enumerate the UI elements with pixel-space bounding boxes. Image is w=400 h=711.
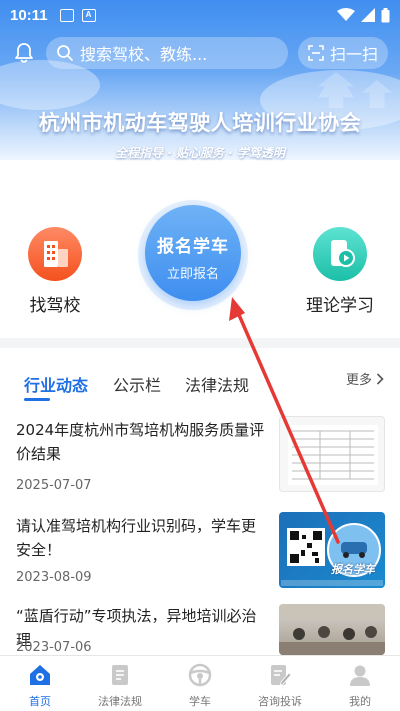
scan-icon [308,45,324,61]
battery-icon [381,7,390,22]
news-date: 2023-07-06 [16,640,92,655]
enroll-subtitle: 立即报名 [166,267,219,282]
active-tab-indicator [24,398,50,401]
book-icon [112,665,128,685]
nav-label: 学车 [189,695,211,708]
nav-label: 咨询投诉 [258,695,302,708]
org-subtitle: 全程指导 · 贴心服务 · 学驾透明 [115,146,285,160]
tab-laws[interactable]: 法律法规 [185,372,249,396]
news-thumbnail-photo [279,604,385,655]
status-time: 10:11 [10,6,48,24]
find-school-button[interactable]: 找驾校 [22,227,88,316]
status-bar: 10:11 A [0,0,400,30]
news-tabs: 行业动态 公示栏 法律法规 更多 [0,348,400,401]
enroll-button[interactable]: 报名学车 立即报名 [145,205,241,301]
section-divider [0,338,400,348]
nav-learn-drive[interactable]: 学车 [160,656,240,711]
steering-wheel-icon [188,663,212,687]
gallery-notification-icon [59,8,74,22]
news-item[interactable]: “蓝盾行动”专项执法，异地培训必治理 2023-07-06 [0,600,400,655]
nav-laws[interactable]: 法律法规 [80,656,160,711]
news-title: 请认准驾培机构行业识别码，学车更安全！ [16,517,257,559]
news-item[interactable]: 2024年度杭州市驾培机构服务质量评价结果 2025-07-07 [0,410,400,502]
theory-study-button[interactable]: 理论学习 [300,227,380,316]
scan-label: 扫一扫 [329,45,378,64]
news-title: 2024年度杭州市驾培机构服务质量评价结果 [16,421,265,463]
video-play-icon [313,227,367,281]
enroll-title: 报名学车 [157,237,229,257]
theory-study-label: 理论学习 [306,296,374,316]
thumb-badge: 报名学车 [331,563,375,576]
news-thumbnail-qrcode: 报名学车 [279,512,385,588]
news-item[interactable]: 请认准驾培机构行业识别码，学车更安全！ 2023-08-09 报名学车 [0,506,400,596]
nav-home[interactable]: 首页 [0,656,80,711]
nav-complaints[interactable]: 咨询投诉 [240,656,320,711]
tab-industry-news[interactable]: 行业动态 [24,372,88,396]
scan-button[interactable]: 扫一扫 [298,37,388,69]
more-link[interactable]: 更多 [346,369,384,388]
nav-label: 我的 [349,695,371,708]
nav-label: 首页 [29,695,51,708]
user-icon [350,665,370,686]
chevron-right-icon [376,372,384,385]
bell-icon[interactable] [12,41,36,65]
tab-bulletin[interactable]: 公示栏 [113,372,161,396]
app-notification-icon: A [81,8,96,22]
building-icon [28,227,82,281]
home-icon [30,665,50,685]
search-input[interactable]: 搜索驾校、教练... [46,37,288,69]
org-title: 杭州市机动车驾驶人培训行业协会 [38,111,362,135]
news-date: 2025-07-07 [16,478,92,493]
edit-document-icon [271,665,292,686]
nav-label: 法律法规 [98,695,142,708]
find-school-label: 找驾校 [29,296,81,316]
news-date: 2023-08-09 [16,570,92,585]
bottom-nav: 首页 法律法规 学车 咨询投诉 我的 [0,655,400,711]
search-icon [57,45,73,61]
signal-icon [361,8,375,22]
wifi-icon [337,8,355,21]
nav-profile[interactable]: 我的 [320,656,400,711]
news-thumbnail-document [279,416,385,492]
search-placeholder: 搜索驾校、教练... [80,45,208,64]
more-label: 更多 [345,373,372,388]
